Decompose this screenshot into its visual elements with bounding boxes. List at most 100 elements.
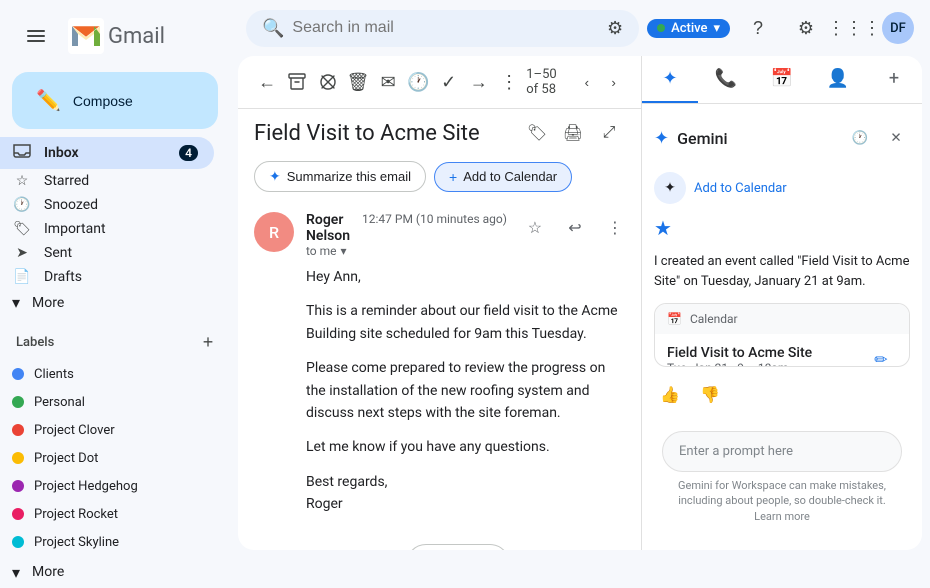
gemini-star: ★: [654, 216, 910, 240]
email-paragraph3: Let me know if you have any questions.: [306, 436, 625, 458]
label-item-project-hedgehog[interactable]: Project Hedgehog: [0, 472, 214, 500]
gemini-close-button[interactable]: ✕: [882, 124, 910, 152]
prev-email-button[interactable]: ‹: [575, 66, 598, 98]
back-button[interactable]: ←: [254, 64, 280, 100]
calendar-card-header: 📅 Calendar: [655, 304, 909, 334]
main-content: 🔍 ⚙ Active ▾ ? ⚙ ⋮⋮⋮ DF ←: [230, 0, 930, 558]
label-project-hedgehog-text: Project Hedgehog: [34, 479, 138, 494]
email-pagination: 1–50 of 58 ‹ ›: [526, 66, 625, 98]
new-window-button[interactable]: ⤢: [593, 117, 625, 149]
labels-more-button[interactable]: ▾ More: [0, 556, 214, 588]
add-to-tasks-button[interactable]: ✓: [436, 64, 462, 100]
sidebar-item-starred[interactable]: ☆ Starred: [0, 169, 214, 193]
inbox-badge: 4: [179, 145, 198, 161]
sidebar-more-label: More: [32, 295, 64, 311]
gemini-panel: ✦ 📞 📅 👤 + ✦ Gemini: [642, 56, 922, 550]
search-input[interactable]: [292, 19, 599, 37]
sender-time: 12:47 PM (10 minutes ago): [362, 212, 507, 226]
email-message: R Roger Nelson to me ▾ 12:47 PM (10 minu…: [238, 200, 641, 550]
summarize-button[interactable]: ✦ Summarize this email: [254, 161, 426, 192]
thumbs-down-button[interactable]: 👎: [694, 379, 726, 411]
tab-gemini[interactable]: ✦: [642, 56, 698, 103]
reply-all-button[interactable]: ↩ Reply all: [406, 544, 510, 550]
subject-icons: 🏷 🖨 ⤢: [521, 117, 625, 149]
report-button[interactable]: [315, 64, 341, 100]
label-item-project-rocket[interactable]: Project Rocket: [0, 500, 214, 528]
sidebar-item-drafts[interactable]: 📄 Drafts: [0, 265, 214, 289]
chevron-down-icon[interactable]: ▾: [341, 244, 347, 258]
label-button[interactable]: 🏷: [521, 117, 553, 149]
calendar-edit-button[interactable]: ✏: [865, 344, 897, 367]
avatar[interactable]: DF: [882, 12, 914, 44]
sidebar-more-button[interactable]: ▾ More: [0, 289, 214, 316]
avatar-initials: DF: [890, 21, 906, 36]
sidebar-item-important[interactable]: 🏷 Important: [0, 217, 214, 241]
top-bar: 🔍 ⚙ Active ▾ ? ⚙ ⋮⋮⋮ DF: [230, 0, 930, 56]
hamburger-button[interactable]: [16, 16, 56, 56]
tab-people[interactable]: 👤: [810, 56, 866, 103]
reply-button-header[interactable]: ↩: [559, 212, 591, 244]
gemini-content: ✦ Gemini 🕐 ✕ ✦ Add to Calendar ★: [642, 104, 922, 550]
more-options-button[interactable]: ⋮: [496, 64, 522, 100]
gemini-title: Gemini: [677, 129, 838, 148]
gemini-history-button[interactable]: 🕐: [846, 124, 874, 152]
next-email-button[interactable]: ›: [602, 66, 625, 98]
search-box[interactable]: 🔍 ⚙: [246, 10, 639, 47]
sender-to: to me ▾: [306, 244, 350, 258]
people-tab-icon: 👤: [827, 68, 849, 89]
help-button[interactable]: ?: [738, 8, 778, 48]
settings-button[interactable]: ⚙: [786, 8, 826, 48]
sidebar-item-inbox[interactable]: Inbox 4: [0, 137, 214, 169]
label-item-project-dot[interactable]: Project Dot: [0, 444, 214, 472]
email-subject-title: Field Visit to Acme Site: [254, 121, 513, 146]
label-item-clients[interactable]: Clients: [0, 360, 214, 388]
snooze-button[interactable]: 🕐: [405, 64, 431, 100]
labels-section: Labels + Clients Personal Project Clover…: [0, 324, 230, 588]
gemini-disclaimer: Gemini for Workspace can make mistakes, …: [662, 472, 902, 530]
clients-dot: [12, 368, 24, 380]
sidebar-drafts-label: Drafts: [44, 269, 198, 285]
label-project-clover-text: Project Clover: [34, 423, 115, 438]
email-signoff: Best regards, Roger: [306, 471, 625, 516]
not-starred-button[interactable]: ☆: [519, 212, 551, 244]
mark-unread-button[interactable]: ✉: [375, 64, 401, 100]
move-to-button[interactable]: →: [466, 64, 492, 100]
starred-icon: ☆: [12, 173, 32, 189]
archive-button[interactable]: [284, 64, 310, 100]
delete-button[interactable]: 🗑: [345, 64, 371, 100]
sender-avatar: R: [254, 212, 294, 252]
label-item-project-clover[interactable]: Project Clover: [0, 416, 214, 444]
label-personal-text: Personal: [34, 395, 85, 410]
tab-add[interactable]: +: [866, 56, 922, 103]
label-item-personal[interactable]: Personal: [0, 388, 214, 416]
sidebar-inbox-label: Inbox: [44, 145, 167, 161]
gemini-avatar-icon: ✦: [664, 180, 676, 196]
snoozed-icon: 🕐: [12, 197, 32, 213]
compose-label: Compose: [73, 93, 133, 109]
add-label-button[interactable]: +: [194, 328, 222, 356]
email-paragraph1: This is a reminder about our field visit…: [306, 300, 625, 345]
gmail-logo-text: Gmail: [108, 24, 165, 49]
more-message-options[interactable]: ⋮: [599, 212, 631, 244]
email-toolbar: ← 🗑 ✉ 🕐 ✓ → ⋮ 1–50 of 58 ‹ ›: [238, 56, 641, 109]
sidebar-item-sent[interactable]: ➤ Sent: [0, 241, 214, 265]
print-button[interactable]: 🖨: [557, 117, 589, 149]
sidebar-item-snoozed[interactable]: 🕐 Snoozed: [0, 193, 214, 217]
summarize-label: Summarize this email: [287, 169, 411, 184]
thumbs-up-button[interactable]: 👍: [654, 379, 686, 411]
active-chevron-icon: ▾: [713, 21, 720, 36]
label-clients-text: Clients: [34, 367, 74, 382]
tune-icon: ⚙: [607, 18, 623, 39]
tab-phone[interactable]: 📞: [698, 56, 754, 103]
apps-button[interactable]: ⋮⋮⋮: [834, 8, 874, 48]
active-status-badge[interactable]: Active ▾: [647, 19, 730, 38]
label-item-project-skyline[interactable]: Project Skyline: [0, 528, 214, 556]
add-to-calendar-button[interactable]: + Add to Calendar: [434, 162, 572, 192]
compose-button[interactable]: ✏️ Compose: [12, 72, 218, 129]
gemini-prompt-box[interactable]: Enter a prompt here: [662, 431, 902, 472]
active-label: Active: [671, 21, 707, 36]
reply-buttons: ↩ Reply ↩ Reply all ↪ Forward: [254, 528, 625, 550]
calendar-icon: 📅: [667, 312, 682, 326]
gemini-add-calendar-link[interactable]: Add to Calendar: [694, 181, 787, 196]
tab-calendar[interactable]: 📅: [754, 56, 810, 103]
